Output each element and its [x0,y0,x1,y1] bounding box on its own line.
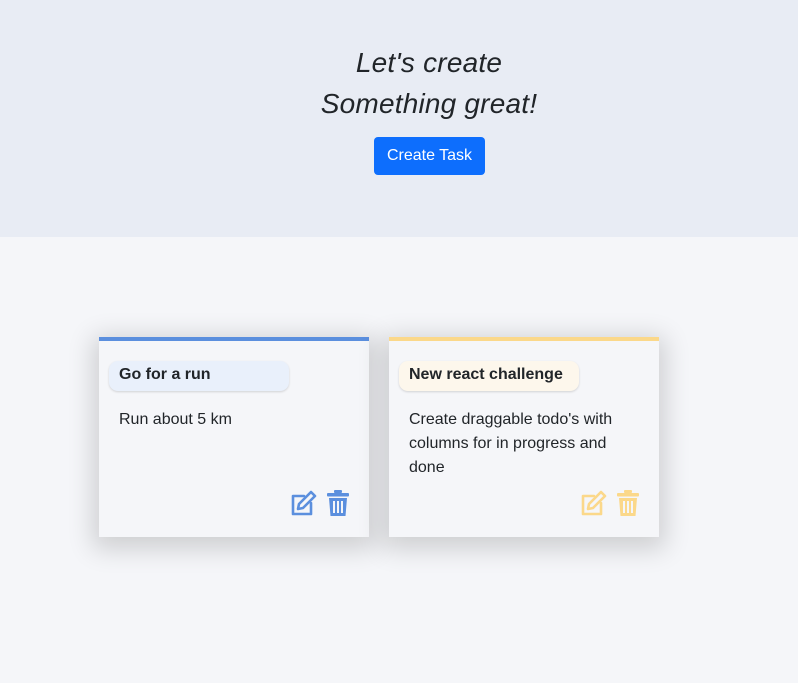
task-card[interactable]: New react challenge Create draggable tod… [389,337,659,537]
card-accent-bar [389,337,659,341]
create-task-button[interactable]: Create Task [374,137,485,175]
hero-section: Let's create Something great! Create Tas… [0,0,798,237]
task-card[interactable]: Go for a run Run about 5 km [99,337,369,537]
task-title: New react challenge [399,361,579,391]
trash-icon[interactable] [326,489,350,517]
hero-headline-line2: Something great! [320,88,538,119]
edit-icon[interactable] [290,489,318,517]
task-description: Run about 5 km [119,411,232,428]
hero-headline-line1: Let's create [355,47,503,78]
task-title: Go for a run [109,361,289,391]
trash-icon[interactable] [616,489,640,517]
task-description: Create draggable todo's with columns for… [409,411,613,476]
edit-icon[interactable] [580,489,608,517]
card-accent-bar [99,337,369,341]
